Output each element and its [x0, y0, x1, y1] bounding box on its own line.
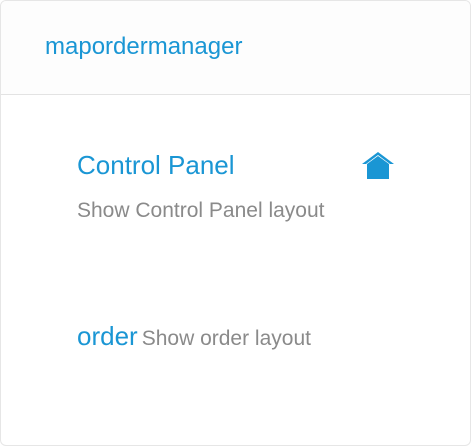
- menu-item-control-panel-link[interactable]: Control Panel: [77, 148, 235, 182]
- panel-header: mapordermanager: [1, 1, 470, 95]
- menu-item-order-link[interactable]: order: [77, 321, 138, 351]
- home-icon[interactable]: [359, 149, 397, 183]
- menu-item-order: order Show order layout: [77, 319, 311, 356]
- menu-item-control-panel-description: Show Control Panel layout: [77, 199, 325, 222]
- menu-item-order-description: Show order layout: [141, 327, 311, 350]
- module-title-link[interactable]: mapordermanager: [45, 31, 242, 63]
- module-panel: mapordermanager Control Panel Show Contr…: [0, 0, 471, 446]
